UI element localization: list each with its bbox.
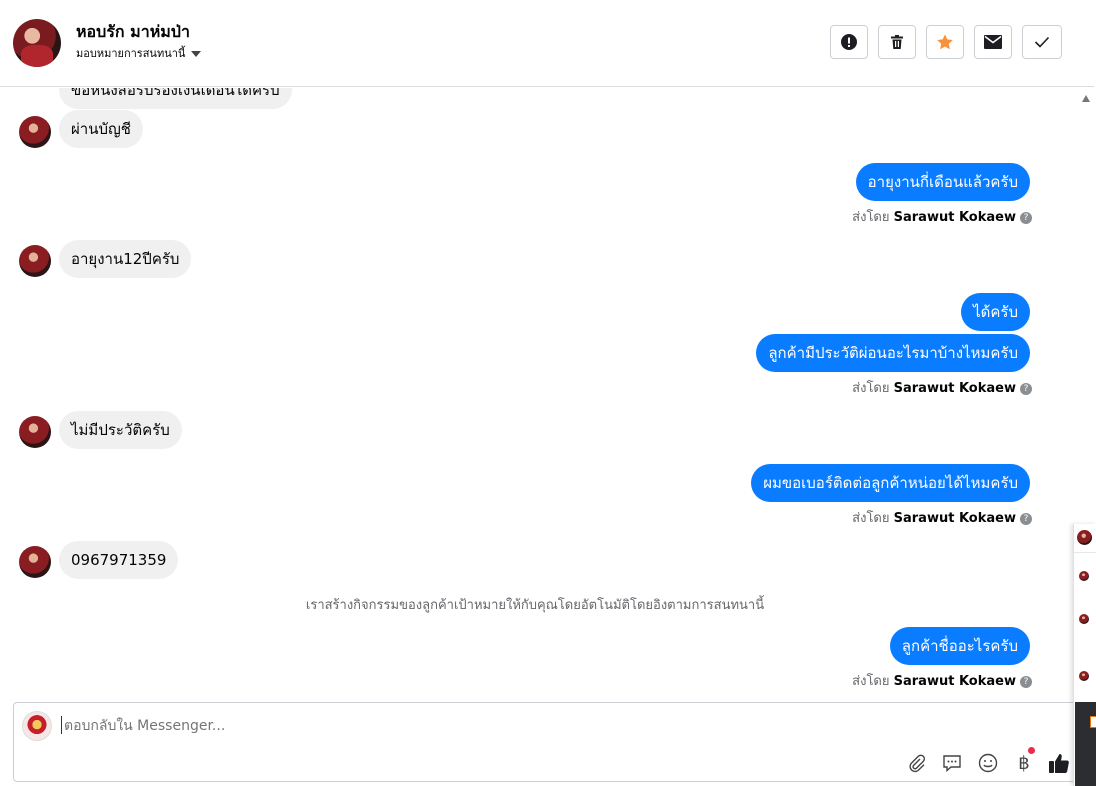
sent-by-prefix: ส่งโดย: [852, 210, 890, 225]
check-icon: [1034, 36, 1050, 48]
system-note: เราสร้างกิจกรรมของลูกค้าเป้าหมายให้กับคุ…: [305, 598, 765, 613]
dark-popup: [1075, 702, 1096, 786]
saved-replies-button[interactable]: [940, 751, 964, 775]
emoji-icon: [978, 753, 998, 773]
contact-avatar-small: [19, 546, 51, 578]
chat-head-avatar[interactable]: [1079, 614, 1089, 624]
saved-reply-icon: [943, 755, 961, 773]
help-icon[interactable]: ?: [1020, 675, 1032, 688]
assign-conversation-dropdown[interactable]: มอบหมายการสนทนานี้: [76, 44, 202, 62]
conversation-header: หอบรัก มาห่มป่า มอบหมายการสนทนานี้: [0, 0, 1094, 87]
like-button[interactable]: [1046, 751, 1072, 775]
baht-icon: ฿: [1018, 752, 1030, 774]
sent-by-label: ส่งโดย Sarawut Kokaew?: [852, 377, 1032, 398]
delete-button[interactable]: [878, 25, 916, 59]
sender-name: Sarawut Kokaew: [893, 210, 1016, 225]
message-bubble-outgoing: ลูกค้าชื่ออะไรครับ: [889, 627, 1030, 665]
help-icon[interactable]: ?: [1020, 512, 1032, 525]
attach-button[interactable]: [904, 751, 928, 775]
scroll-up-arrow-icon[interactable]: [1082, 95, 1090, 102]
alert-icon: [841, 34, 857, 50]
chat-head-avatar[interactable]: [1079, 671, 1089, 681]
sent-by-label: ส่งโดย Sarawut Kokaew?: [852, 507, 1032, 528]
message-thread[interactable]: ขอหนังสือรับรองเงินเดือนได้ครับ ผ่านบัญช…: [0, 88, 1078, 700]
help-icon[interactable]: ?: [1020, 382, 1032, 395]
thumbs-up-icon: [1049, 754, 1069, 773]
emoji-button[interactable]: [976, 751, 1000, 775]
reply-composer: ฿: [13, 702, 1078, 782]
sent-by-prefix: ส่งโดย: [852, 381, 890, 396]
follow-up-star-button[interactable]: [926, 25, 964, 59]
divider: [1074, 552, 1096, 553]
reply-input[interactable]: [62, 717, 866, 735]
contact-avatar-small: [19, 416, 51, 448]
mark-done-button[interactable]: [1022, 25, 1062, 59]
contact-avatar-small: [19, 245, 51, 277]
sender-name: Sarawut Kokaew: [893, 381, 1016, 396]
contact-name[interactable]: หอบรัก มาห่มป่า: [76, 20, 190, 45]
sent-by-label: ส่งโดย Sarawut Kokaew?: [852, 670, 1032, 691]
caret-down-icon: [191, 51, 202, 57]
message-bubble-incoming: ขอหนังสือรับรองเงินเดือนได้ครับ: [59, 88, 292, 109]
message-bubble-incoming: 0967971359: [59, 541, 179, 579]
sender-name: Sarawut Kokaew: [893, 511, 1016, 526]
chat-head-avatar[interactable]: [1077, 530, 1092, 545]
page-avatar: [22, 711, 52, 741]
mail-icon: [984, 35, 1002, 49]
sender-name: Sarawut Kokaew: [893, 674, 1016, 689]
mark-spam-button[interactable]: [830, 25, 868, 59]
message-bubble-outgoing: ผมขอเบอร์ติดต่อลูกค้าหน่อยได้ไหมครับ: [751, 464, 1030, 502]
star-icon: [937, 34, 953, 50]
notification-dot: [1028, 747, 1035, 754]
assign-label: มอบหมายการสนทนานี้: [76, 47, 186, 60]
sent-by-prefix: ส่งโดย: [852, 674, 890, 689]
message-bubble-incoming: อายุงาน12ปีครับ: [59, 240, 192, 278]
chat-heads-panel: [1073, 524, 1096, 786]
sent-by-prefix: ส่งโดย: [852, 511, 890, 526]
contact-avatar[interactable]: [13, 19, 61, 67]
message-bubble-outgoing: ลูกค้ามีประวัติผ่อนอะไรมาบ้างไหมครับ: [756, 334, 1030, 372]
chat-head-avatar[interactable]: [1079, 571, 1089, 581]
message-bubble-outgoing: อายุงานกี่เดือนแล้วครับ: [855, 163, 1030, 201]
calendar-icon: [1090, 716, 1096, 728]
sent-by-label: ส่งโดย Sarawut Kokaew?: [852, 206, 1032, 227]
trash-icon: [891, 35, 903, 49]
contact-avatar-small: [19, 116, 51, 148]
payment-button[interactable]: ฿: [1012, 747, 1036, 775]
paperclip-icon: [909, 754, 926, 773]
help-icon[interactable]: ?: [1020, 211, 1032, 224]
message-bubble-incoming: ผ่านบัญชี: [59, 110, 143, 148]
mark-unread-button[interactable]: [974, 25, 1012, 59]
message-bubble-outgoing: ได้ครับ: [961, 293, 1030, 331]
message-bubble-incoming: ไม่มีประวัติครับ: [59, 411, 182, 449]
